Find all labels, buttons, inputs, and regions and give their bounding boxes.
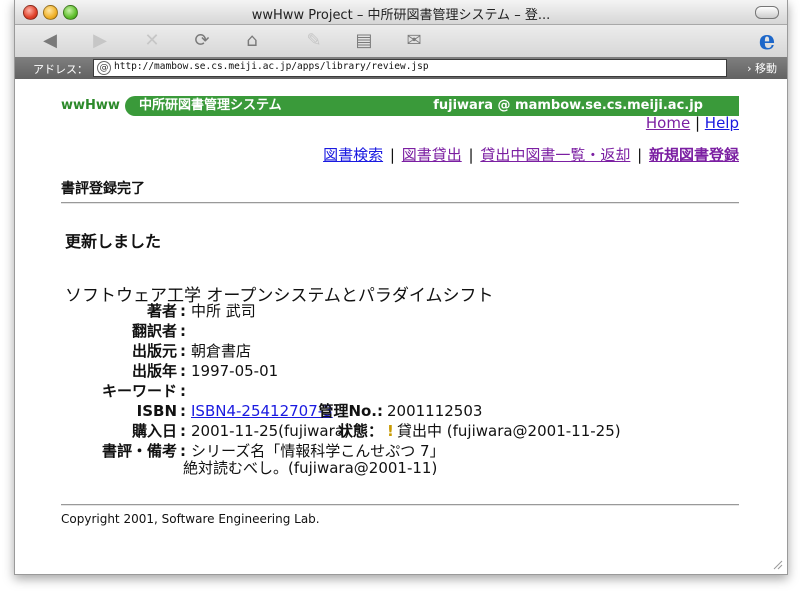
mail-icon[interactable]: ✉ <box>401 29 427 53</box>
isbn-label: ISBN <box>136 402 177 420</box>
translator-label: 翻訳者 <box>131 322 177 340</box>
separator: | <box>637 146 643 164</box>
purchase-row: 購入日:2001-11-25(fujiwara) 状態： ! 貸出中 (fuji… <box>61 421 739 441</box>
mgmt-label: 管理No.: <box>318 402 383 420</box>
home-icon[interactable]: ⌂ <box>239 29 265 53</box>
publisher-row: 出版元: 朝倉書店 <box>61 341 251 361</box>
copyright: Copyright 2001, Software Engineering Lab… <box>61 512 320 526</box>
site-banner: wwHww 中所研図書管理システム fujiwara @ mambow.se.c… <box>61 96 739 116</box>
help-link[interactable]: Help <box>705 114 739 132</box>
publisher-value: 朝倉書店 <box>191 342 252 360</box>
stop-icon[interactable]: ✕ <box>139 29 165 53</box>
nav-lent-list[interactable]: 貸出中図書一覧・返却 <box>480 146 630 164</box>
forward-icon[interactable]: ▶ <box>87 29 113 53</box>
nav-book-search[interactable]: 図書検索 <box>323 146 383 164</box>
review-row-2: 絶対読むべし。(fujiwara@2001-11) <box>183 458 437 478</box>
browser-toolbar: ◀ ▶ ✕ ⟳ ⌂ ✎ ▤ ✉ e <box>15 25 787 57</box>
main-nav: 図書検索 | 図書貸出 | 貸出中図書一覧・返却 | 新規図書登録 <box>323 144 739 165</box>
author-label: 著者 <box>146 302 177 320</box>
separator: | <box>389 146 395 164</box>
toolbar-toggle-button[interactable] <box>755 6 779 19</box>
window-title: wwHww Project – 中所研図書管理システム – 登... <box>251 8 551 23</box>
review-label: 書評・備考 <box>101 442 177 460</box>
update-message: 更新しました <box>65 232 162 251</box>
keyword-label: キーワード <box>101 382 177 400</box>
top-links: Home | Help <box>646 114 739 132</box>
status-mark-icon: ! <box>387 422 394 440</box>
author-row: 著者: 中所 武司 <box>61 301 256 321</box>
pubdate-value: 1997-05-01 <box>191 362 279 380</box>
banner-bar: 中所研図書管理システム fujiwara @ mambow.se.cs.meij… <box>125 96 739 116</box>
address-label: アドレス： <box>33 63 88 76</box>
at-icon: @ <box>97 61 111 75</box>
nav-register[interactable]: 新規図書登録 <box>649 146 739 164</box>
page-content: wwHww 中所研図書管理システム fujiwara @ mambow.se.c… <box>15 80 787 574</box>
author-value: 中所 武司 <box>191 302 256 320</box>
pubdate-row: 出版年:1997-05-01 <box>61 361 278 381</box>
address-url[interactable]: http://mambow.se.cs.meiji.ac.jp/apps/lib… <box>114 61 429 72</box>
user-info: fujiwara @ mambow.se.cs.meiji.ac.jp <box>433 98 703 113</box>
system-name: 中所研図書管理システム <box>139 98 282 113</box>
divider <box>61 504 739 506</box>
address-bar: アドレス： @ http://mambow.se.cs.meiji.ac.jp/… <box>15 57 787 79</box>
go-button[interactable]: › 移動 <box>747 60 777 76</box>
status-value: 貸出中 (fujiwara@2001-11-25) <box>397 422 621 440</box>
divider <box>61 202 739 204</box>
translator-row: 翻訳者: <box>61 321 191 341</box>
nav-book-lend[interactable]: 図書貸出 <box>402 146 462 164</box>
browser-window: wwHww Project – 中所研図書管理システム – 登... ◀ ▶ ✕… <box>14 0 788 575</box>
title-bar: wwHww Project – 中所研図書管理システム – 登... <box>15 0 787 25</box>
keyword-row: キーワード: <box>61 381 191 401</box>
review-line-2: 絶対読むべし。(fujiwara@2001-11) <box>183 459 438 477</box>
status-label: 状態： <box>337 422 383 440</box>
mgmt-value: 2001112503 <box>387 402 483 420</box>
site-logo: wwHww <box>61 98 120 113</box>
print-icon[interactable]: ▤ <box>351 29 377 53</box>
pubdate-label: 出版年 <box>131 362 177 380</box>
home-link[interactable]: Home <box>646 114 690 132</box>
go-label: 移動 <box>755 62 777 75</box>
purchase-label: 購入日 <box>131 422 177 440</box>
separator: | <box>468 146 474 164</box>
isbn-row: ISBN: ISBN4-25412707-3 管理No.: 2001112503 <box>61 401 739 421</box>
publisher-label: 出版元 <box>131 342 177 360</box>
resize-grip-icon[interactable] <box>771 558 783 570</box>
address-input[interactable]: @ http://mambow.se.cs.meiji.ac.jp/apps/l… <box>93 59 727 77</box>
autofill-icon[interactable]: ✎ <box>301 29 327 53</box>
back-icon[interactable]: ◀ <box>37 29 63 53</box>
page-heading: 書評登録完了 <box>61 181 145 197</box>
refresh-icon[interactable]: ⟳ <box>189 29 215 53</box>
separator: | <box>694 114 701 132</box>
ie-logo-icon: e <box>758 26 776 56</box>
